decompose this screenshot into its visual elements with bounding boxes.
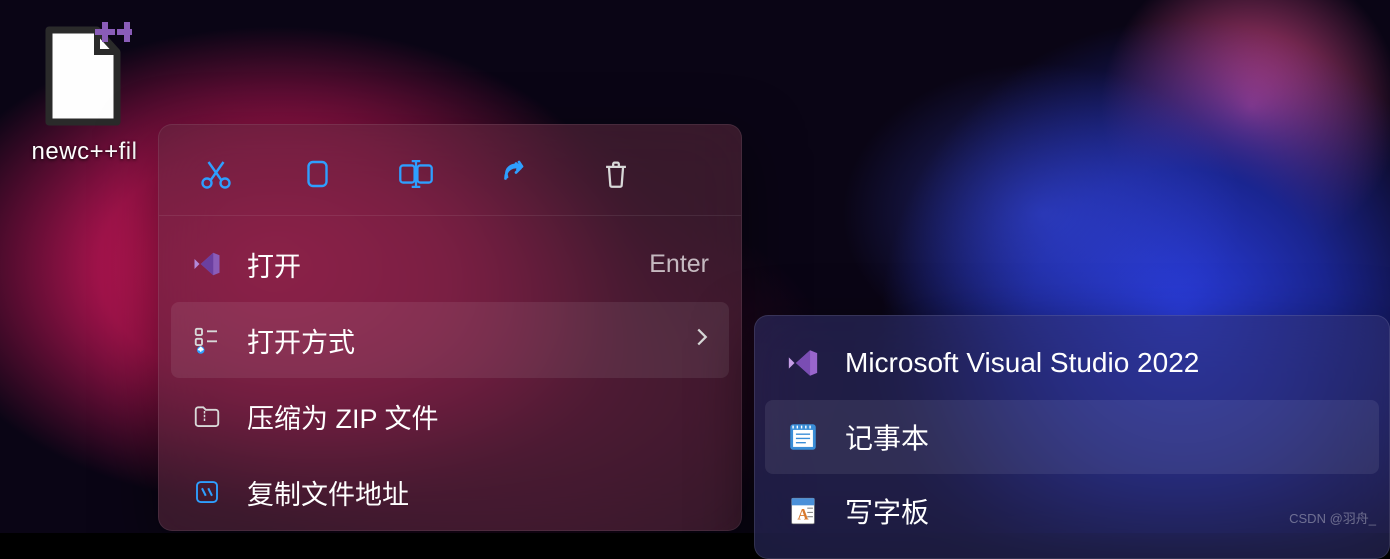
- rename-button[interactable]: [393, 151, 439, 197]
- submenu-item-wordpad[interactable]: A 写字板: [765, 474, 1379, 548]
- vs-icon: [191, 248, 223, 280]
- menu-item-compress-zip[interactable]: 压缩为 ZIP 文件: [171, 378, 729, 454]
- copy-button[interactable]: [293, 151, 339, 197]
- desktop-file-label: newc++fil: [12, 138, 157, 166]
- submenu-item-label: 写字板: [845, 491, 1359, 531]
- desktop-file-icon[interactable]: newc++fil: [12, 22, 157, 166]
- copypath-icon: [191, 476, 223, 508]
- openwith-icon: [191, 324, 223, 356]
- cpp-file-icon: [37, 22, 132, 130]
- zip-icon: [191, 400, 223, 432]
- context-menu-top-actions: [171, 137, 729, 215]
- submenu-item-notepad[interactable]: 记事本: [765, 400, 1379, 474]
- cut-button[interactable]: [193, 151, 239, 197]
- svg-text:A: A: [797, 507, 809, 524]
- submenu-item-label: 记事本: [845, 417, 1359, 457]
- context-menu-items: 打开 Enter 打开方式: [171, 216, 729, 530]
- submenu-item-label: Microsoft Visual Studio 2022: [845, 347, 1359, 379]
- menu-item-label: 打开: [247, 245, 649, 284]
- menu-item-label: 压缩为 ZIP 文件: [247, 397, 709, 436]
- submenu-item-visual-studio[interactable]: Microsoft Visual Studio 2022: [765, 326, 1379, 400]
- delete-button[interactable]: [593, 151, 639, 197]
- menu-item-label: 打开方式: [247, 321, 695, 360]
- share-button[interactable]: [493, 151, 539, 197]
- context-menu: 打开 Enter 打开方式: [158, 124, 742, 531]
- menu-item-label: 复制文件地址: [247, 473, 709, 512]
- vs-icon: [785, 345, 821, 381]
- wordpad-icon: A: [785, 493, 821, 529]
- menu-item-copy-path[interactable]: 复制文件地址: [171, 454, 729, 530]
- notepad-icon: [785, 419, 821, 455]
- menu-item-open-with[interactable]: 打开方式: [171, 302, 729, 378]
- menu-shortcut: Enter: [649, 250, 709, 279]
- menu-item-open[interactable]: 打开 Enter: [171, 226, 729, 302]
- watermark: CSDN @羽舟_: [1289, 508, 1376, 527]
- chevron-right-icon: [695, 327, 709, 353]
